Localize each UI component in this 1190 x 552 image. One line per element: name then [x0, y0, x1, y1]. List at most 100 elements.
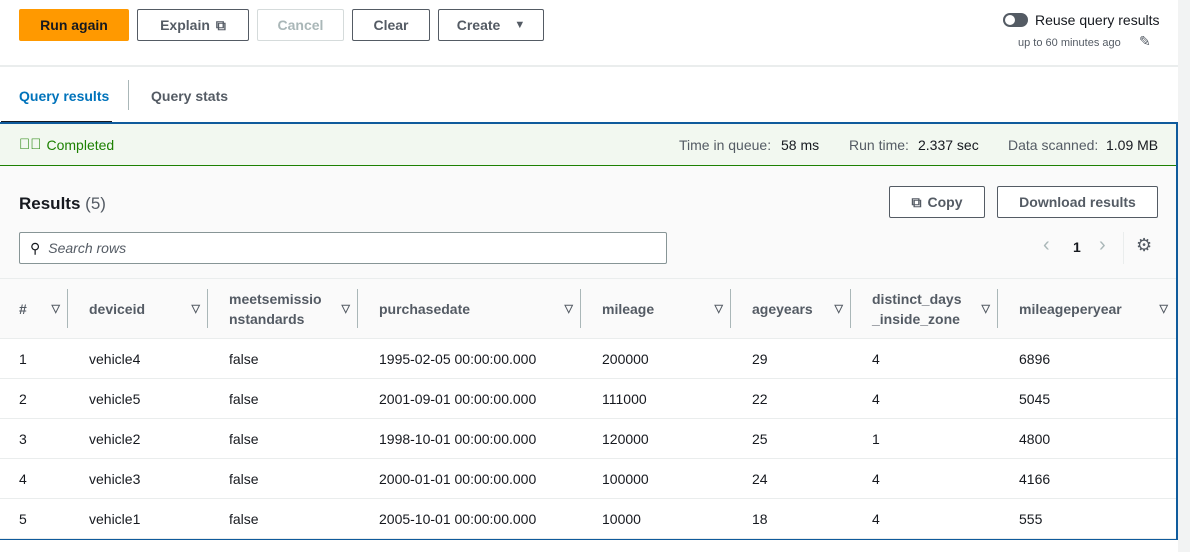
column-header-label: distinct_days _inside_zone — [872, 290, 962, 327]
cell-meetsemissionstandards: false — [208, 418, 358, 459]
cell-deviceid: vehicle5 — [68, 378, 208, 419]
cell-purchasedate: 2000-01-01 00:00:00.000 — [358, 458, 581, 499]
reuse-sub-label: up to 60 minutes ago — [1018, 37, 1121, 49]
cell-mileageperyear: 5045 — [998, 378, 1176, 419]
cell-mileage: 111000 — [581, 378, 731, 419]
create-button[interactable]: Create ▼ — [438, 9, 544, 41]
cell-mileageperyear: 6896 — [998, 338, 1176, 379]
cell-#: 5 — [0, 498, 68, 539]
cell-mileage: 100000 — [581, 458, 731, 499]
column-header-distinct_days_inside_zone[interactable]: distinct_days _inside_zone ▽ — [851, 278, 998, 339]
download-results-button[interactable]: Download results — [997, 186, 1158, 218]
column-header-mileageperyear[interactable]: mileageperyear ▽ — [998, 278, 1176, 339]
next-page-icon[interactable]: › — [1099, 234, 1106, 257]
column-header-label: # — [19, 300, 27, 317]
reuse-label: Reuse query results — [1035, 12, 1160, 28]
time-in-queue-value: 58 ms — [781, 136, 820, 153]
cell-purchasedate: 1998-10-01 00:00:00.000 — [358, 418, 581, 459]
explain-label: Explain — [160, 17, 210, 33]
column-header-meetsemissionstandards[interactable]: meetsemissio nstandards ▽ — [208, 278, 358, 339]
sort-icon[interactable]: ▽ — [52, 302, 60, 315]
cell-distinct_days_inside_zone: 1 — [851, 418, 998, 459]
previous-page-icon[interactable]: ‹ — [1043, 234, 1050, 257]
search-rows-input[interactable]: ⚲ Search rows — [19, 232, 667, 264]
cell-ageyears: 25 — [731, 418, 851, 459]
table-row: 3 vehicle2 false 1998-10-01 00:00:00.000 120… — [0, 418, 1176, 459]
cell-mileage: 120000 — [581, 418, 731, 459]
column-header-purchasedate[interactable]: purchasedate ▽ — [358, 278, 581, 339]
column-header-label: mileageperyear — [1019, 300, 1122, 317]
results-panel: ✓⃝ Completed Time in queue: 58 ms Run tim… — [0, 122, 1178, 540]
column-header-ageyears[interactable]: ageyears ▽ — [731, 278, 851, 339]
query-editor-pane: Run again Explain ⧉ Cancel Clear Create ▼ … — [0, 0, 1178, 552]
cell-ageyears: 22 — [731, 378, 851, 419]
column-header-label: purchasedate — [379, 300, 471, 317]
edit-pencil-icon[interactable]: ✎ — [1139, 33, 1151, 50]
cancel-button[interactable]: Cancel — [257, 9, 344, 41]
cell-mileage: 200000 — [581, 338, 731, 379]
status-bar: ✓⃝ Completed Time in queue: 58 ms Run tim… — [0, 124, 1176, 166]
divider — [0, 65, 1178, 67]
column-header-#[interactable]: # ▽ — [0, 278, 68, 339]
sort-icon[interactable]: ▽ — [835, 302, 843, 315]
tab-query-results[interactable]: Query results — [19, 88, 109, 104]
run-time-label: Run time: — [849, 136, 909, 153]
cell-distinct_days_inside_zone: 4 — [851, 338, 998, 379]
results-table: # ▽ deviceid ▽ meetsemissio nstandards ▽ purcha… — [0, 278, 1176, 539]
column-header-label: meetsemissio nstandards — [229, 290, 322, 327]
results-title: Results — [19, 194, 81, 213]
cell-meetsemissionstandards: false — [208, 498, 358, 539]
create-label: Create — [456, 17, 501, 33]
explain-button[interactable]: Explain ⧉ — [137, 9, 249, 41]
cell-distinct_days_inside_zone: 4 — [851, 378, 998, 419]
sort-icon[interactable]: ▽ — [565, 302, 573, 315]
time-in-queue-label: Time in queue: — [679, 136, 772, 153]
cell-purchasedate: 1995-02-05 00:00:00.000 — [358, 338, 581, 379]
column-header-mileage[interactable]: mileage ▽ — [581, 278, 731, 339]
settings-gear-icon[interactable]: ⚙ — [1136, 235, 1152, 256]
sort-icon[interactable]: ▽ — [715, 302, 723, 315]
clear-button[interactable]: Clear — [352, 9, 430, 41]
cell-purchasedate: 2005-10-01 00:00:00.000 — [358, 498, 581, 539]
column-header-deviceid[interactable]: deviceid ▽ — [68, 278, 208, 339]
cell-distinct_days_inside_zone: 4 — [851, 458, 998, 499]
results-count: (5) — [85, 194, 106, 213]
cell-meetsemissionstandards: false — [208, 338, 358, 379]
table-row: 5 vehicle1 false 2005-10-01 00:00:00.000 100… — [0, 498, 1176, 539]
cell-#: 1 — [0, 338, 68, 379]
cell-deviceid: vehicle3 — [68, 458, 208, 499]
cell-#: 2 — [0, 378, 68, 419]
sort-icon[interactable]: ▽ — [342, 302, 350, 315]
cell-meetsemissionstandards: false — [208, 378, 358, 419]
cell-distinct_days_inside_zone: 4 — [851, 498, 998, 539]
run-again-button[interactable]: Run again — [19, 9, 129, 41]
reuse-query-results-toggle[interactable] — [1003, 13, 1028, 27]
sort-icon[interactable]: ▽ — [1160, 302, 1168, 315]
search-placeholder: Search rows — [48, 240, 127, 256]
status-completed: ✓⃝ Completed — [19, 136, 114, 153]
cell-ageyears: 29 — [731, 338, 851, 379]
external-link-icon: ⧉ — [215, 16, 226, 33]
cell-meetsemissionstandards: false — [208, 458, 358, 499]
cell-#: 3 — [0, 418, 68, 459]
column-header-label: deviceid — [89, 300, 146, 317]
data-scanned-value: 1.09 MB — [1106, 136, 1159, 153]
cell-purchasedate: 2001-09-01 00:00:00.000 — [358, 378, 581, 419]
cell-mileage: 10000 — [581, 498, 731, 539]
table-row: 2 vehicle5 false 2001-09-01 00:00:00.000 111… — [0, 378, 1176, 419]
copy-icon: ⧉ — [911, 193, 922, 210]
sort-icon[interactable]: ▽ — [982, 302, 990, 315]
column-header-label: ageyears — [752, 300, 813, 317]
data-scanned-label: Data scanned: — [1008, 136, 1099, 153]
check-circle-icon: ✓⃝ — [19, 136, 42, 153]
cell-deviceid: vehicle4 — [68, 338, 208, 379]
run-time-value: 2.337 sec — [918, 136, 979, 153]
cell-mileageperyear: 555 — [998, 498, 1176, 539]
sort-icon[interactable]: ▽ — [192, 302, 200, 315]
divider — [1123, 232, 1124, 264]
cell-deviceid: vehicle1 — [68, 498, 208, 539]
cell-mileageperyear: 4800 — [998, 418, 1176, 459]
tab-query-stats[interactable]: Query stats — [151, 88, 228, 104]
copy-button[interactable]: ⧉ Copy — [889, 186, 985, 218]
page-number[interactable]: 1 — [1073, 239, 1081, 255]
